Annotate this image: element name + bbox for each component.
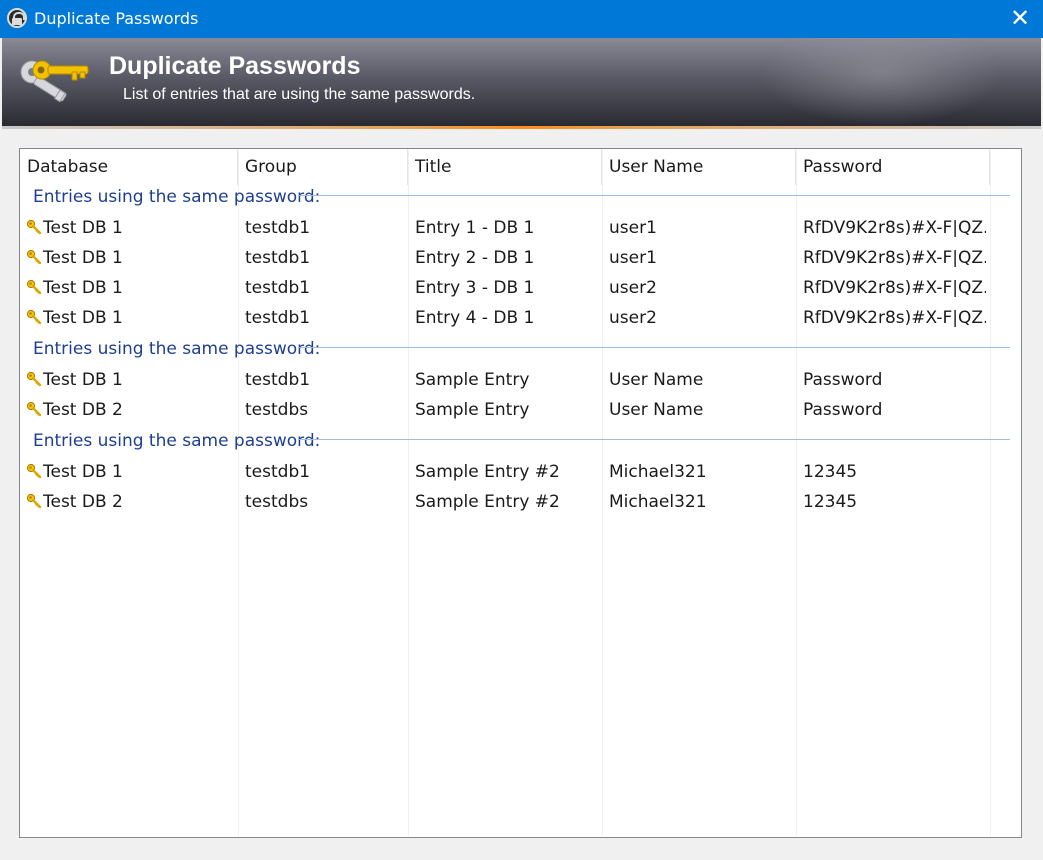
cell-password: 12345 bbox=[803, 462, 858, 482]
table-row[interactable]: Test DB 1 testdb1 Sample Entry #2 Michael32… bbox=[20, 457, 1021, 487]
cell-password: 12345 bbox=[803, 492, 858, 512]
cell-database: Test DB 1 bbox=[43, 218, 123, 238]
cell-title: Sample Entry bbox=[415, 400, 530, 420]
cell-group: testdb1 bbox=[245, 278, 311, 298]
cell-database: Test DB 1 bbox=[43, 278, 123, 298]
cell-database: Test DB 2 bbox=[43, 492, 123, 512]
cell-group: testdb1 bbox=[245, 248, 311, 268]
cell-title: Sample Entry #2 bbox=[415, 492, 560, 512]
table-row[interactable]: Test DB 1 testdb1 Entry 4 - DB 1 user2 RfDV9… bbox=[20, 303, 1021, 333]
cell-group: testdbs bbox=[245, 400, 309, 420]
key-icon bbox=[26, 219, 42, 235]
cell-user-name: user1 bbox=[609, 248, 657, 268]
column-header-title[interactable]: Title bbox=[408, 149, 602, 185]
duplicates-list-view[interactable]: Database Group Title User Name Password Entr… bbox=[19, 148, 1022, 838]
table-row[interactable]: Test DB 2 testdbs Sample Entry User Name Pas… bbox=[20, 395, 1021, 425]
cell-user-name: user1 bbox=[609, 218, 657, 238]
column-header-user-name[interactable]: User Name bbox=[602, 149, 796, 185]
column-header-password[interactable]: Password bbox=[796, 149, 990, 185]
key-icon bbox=[26, 249, 42, 265]
column-header-database[interactable]: Database bbox=[20, 149, 238, 185]
cell-group: testdb1 bbox=[245, 218, 311, 238]
group-header-divider bbox=[298, 439, 1010, 440]
column-header-group[interactable]: Group bbox=[238, 149, 408, 185]
cell-title: Entry 2 - DB 1 bbox=[415, 248, 535, 268]
cell-title: Entry 3 - DB 1 bbox=[415, 278, 535, 298]
group-header-label: Entries using the same password: bbox=[33, 187, 321, 207]
list-header: Database Group Title User Name Password bbox=[20, 149, 1021, 185]
key-icon bbox=[26, 371, 42, 387]
table-row[interactable]: Test DB 2 testdbs Sample Entry #2 Michael32… bbox=[20, 487, 1021, 517]
cell-user-name: user2 bbox=[609, 278, 657, 298]
cell-user-name: Michael321 bbox=[609, 462, 707, 482]
table-row[interactable]: Test DB 1 testdb1 Entry 3 - DB 1 user2 RfDV9… bbox=[20, 273, 1021, 303]
cell-password: RfDV9K2r8s)#X-F|QZ... bbox=[803, 218, 986, 238]
cell-user-name: User Name bbox=[609, 370, 704, 390]
cell-password: Password bbox=[803, 370, 883, 390]
cell-title: Sample Entry bbox=[415, 370, 530, 390]
cell-title: Sample Entry #2 bbox=[415, 462, 560, 482]
keepass-lock-icon bbox=[7, 8, 27, 28]
key-icon bbox=[26, 401, 42, 417]
window-titlebar: Duplicate Passwords ✕ bbox=[0, 0, 1043, 38]
cell-group: testdbs bbox=[245, 492, 309, 512]
keys-icon bbox=[20, 60, 89, 103]
cell-database: Test DB 1 bbox=[43, 248, 123, 268]
cell-password: RfDV9K2r8s)#X-F|QZ... bbox=[803, 248, 986, 268]
key-icon bbox=[26, 463, 42, 479]
table-row[interactable]: Test DB 1 testdb1 Entry 1 - DB 1 user1 RfDV9… bbox=[20, 213, 1021, 243]
cell-group: testdb1 bbox=[245, 308, 311, 328]
cell-user-name: Michael321 bbox=[609, 492, 707, 512]
cell-database: Test DB 2 bbox=[43, 400, 123, 420]
cell-group: testdb1 bbox=[245, 462, 311, 482]
group-header-divider bbox=[298, 347, 1010, 348]
close-button[interactable]: ✕ bbox=[997, 0, 1043, 38]
banner-subheading: List of entries that are using the same … bbox=[123, 86, 476, 103]
cell-title: Entry 4 - DB 1 bbox=[415, 308, 535, 328]
key-icon bbox=[26, 309, 42, 325]
banner-underline bbox=[2, 126, 1041, 129]
group-header-label: Entries using the same password: bbox=[33, 431, 321, 451]
cell-database: Test DB 1 bbox=[43, 370, 123, 390]
cell-database: Test DB 1 bbox=[43, 462, 123, 482]
key-icon bbox=[26, 279, 42, 295]
banner-heading: Duplicate Passwords bbox=[109, 52, 361, 80]
cell-password: RfDV9K2r8s)#X-F|QZ... bbox=[803, 278, 986, 298]
window-title: Duplicate Passwords bbox=[34, 9, 199, 28]
table-row[interactable]: Test DB 1 testdb1 Entry 2 - DB 1 user1 RfDV9… bbox=[20, 243, 1021, 273]
cell-title: Entry 1 - DB 1 bbox=[415, 218, 535, 238]
key-icon bbox=[26, 493, 42, 509]
banner-decoration bbox=[761, 38, 1001, 126]
cell-password: Password bbox=[803, 400, 883, 420]
cell-user-name: User Name bbox=[609, 400, 704, 420]
cell-password: RfDV9K2r8s)#X-F|QZ... bbox=[803, 308, 986, 328]
table-row[interactable]: Test DB 1 testdb1 Sample Entry User Name Pas… bbox=[20, 365, 1021, 395]
group-header-label: Entries using the same password: bbox=[33, 339, 321, 359]
cell-user-name: user2 bbox=[609, 308, 657, 328]
cell-database: Test DB 1 bbox=[43, 308, 123, 328]
cell-group: testdb1 bbox=[245, 370, 311, 390]
group-header-divider bbox=[298, 195, 1010, 196]
dialog-banner: Duplicate Passwords List of entries that… bbox=[2, 38, 1041, 126]
